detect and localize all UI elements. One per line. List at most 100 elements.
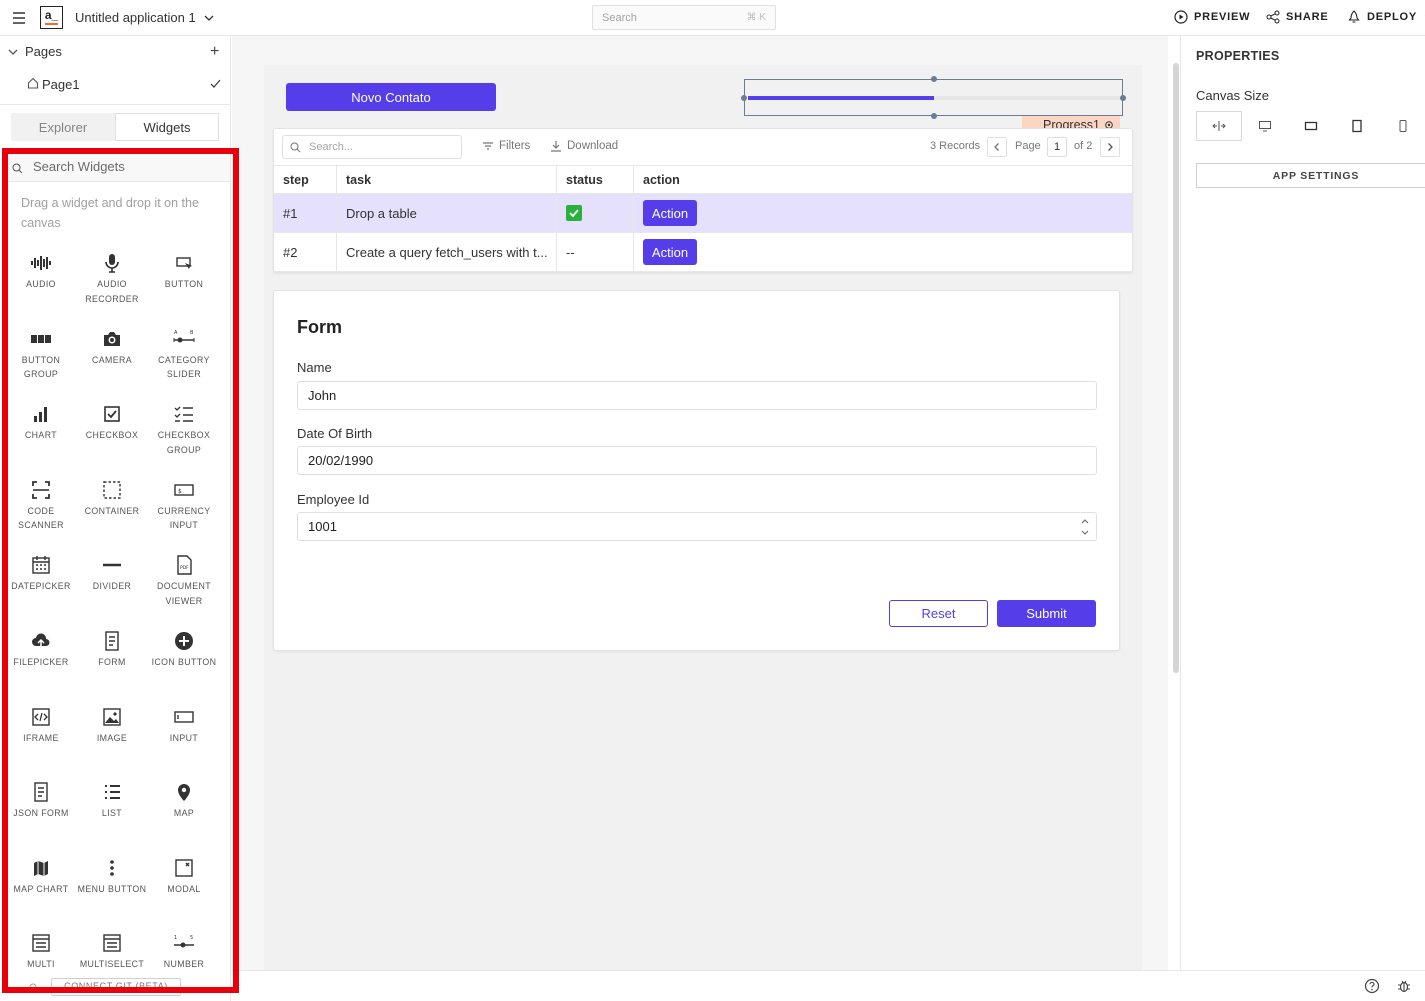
svg-text:B: B: [190, 330, 194, 336]
table-search-input[interactable]: Search...: [282, 135, 462, 159]
widget-card-category-slider[interactable]: A B CATEGORY SLIDER: [148, 322, 220, 394]
drag-hint-text: Drag a widget and drop it on the canvas: [21, 196, 199, 230]
number-stepper-icon[interactable]: [1080, 516, 1090, 538]
tablet-landscape-option[interactable]: [1288, 111, 1334, 141]
chevron-right-icon: [1108, 143, 1113, 151]
app-logo[interactable]: a_: [40, 6, 63, 29]
widget-card-iframe[interactable]: IFRAME: [5, 700, 77, 772]
iframe-icon: [30, 706, 52, 728]
widget-card-divider[interactable]: DIVIDER: [76, 548, 148, 620]
widget-card-filepicker[interactable]: FILEPICKER: [5, 624, 77, 696]
table-widget[interactable]: Search... Filters Download 3 Records Pag…: [273, 128, 1133, 273]
submit-button[interactable]: Submit: [997, 600, 1096, 627]
widget-card-menu-button[interactable]: MENU BUTTON: [76, 851, 148, 923]
page-number-input[interactable]: 1: [1047, 137, 1067, 157]
add-page-button[interactable]: +: [210, 44, 219, 60]
table-cell: Drop a table: [337, 194, 557, 232]
widget-card-checkbox-group[interactable]: CHECKBOX GROUP: [148, 397, 220, 469]
widget-card-audio-recorder[interactable]: AUDIO RECORDER: [76, 246, 148, 318]
widget-card-currency-input[interactable]: $ CURRENCY INPUT: [148, 473, 220, 545]
widget-card-list[interactable]: LIST: [76, 775, 148, 847]
chevron-down-icon[interactable]: [203, 12, 215, 24]
app-settings-button[interactable]: APP SETTINGS: [1196, 163, 1425, 188]
fluid-width-option[interactable]: [1196, 111, 1242, 141]
widget-card-image[interactable]: IMAGE: [76, 700, 148, 772]
resize-handle[interactable]: [741, 95, 747, 101]
bug-icon[interactable]: [1396, 978, 1412, 994]
page-total: of 2: [1074, 140, 1093, 152]
table-cell: #1: [274, 194, 337, 232]
hamburger-menu-icon[interactable]: [10, 9, 28, 27]
records-count: 3 Records: [930, 140, 981, 152]
widget-card-form[interactable]: FORM: [76, 624, 148, 696]
employee-id-field[interactable]: 1001: [297, 512, 1097, 541]
widget-label: MENU BUTTON: [77, 883, 147, 894]
tablet-portrait-option[interactable]: [1334, 111, 1380, 141]
filters-button[interactable]: Filters: [482, 140, 530, 152]
widget-card-code-scanner[interactable]: CODE SCANNER: [5, 473, 77, 545]
widget-card-container[interactable]: CONTAINER: [76, 473, 148, 545]
resize-handle[interactable]: [1120, 95, 1126, 101]
widget-card-button[interactable]: BUTTON: [148, 246, 220, 318]
widget-card-icon-button[interactable]: ICON BUTTON: [148, 624, 220, 696]
widget-card-modal[interactable]: MODAL: [148, 851, 220, 923]
form-icon: [101, 630, 123, 652]
widget-card-json-form[interactable]: JSON FORM: [5, 775, 77, 847]
chevron-down-icon[interactable]: [8, 47, 18, 57]
widget-label: CURRENCY INPUT: [157, 505, 211, 531]
status-cell: [557, 194, 634, 232]
column-header[interactable]: step: [274, 166, 337, 193]
canvas-size-label: Canvas Size: [1196, 88, 1269, 103]
widget-card-document-viewer[interactable]: PDF DOCUMENT VIEWER: [148, 548, 220, 620]
column-header[interactable]: task: [337, 166, 557, 193]
form-widget[interactable]: Form Name John Date Of Birth 20/02/1990 …: [273, 290, 1120, 651]
widget-search-input[interactable]: Search Widgets: [8, 154, 230, 182]
prev-page-button[interactable]: [987, 137, 1007, 157]
widget-card-map[interactable]: MAP: [148, 775, 220, 847]
help-icon[interactable]: [1364, 978, 1380, 994]
widget-card-datepicker[interactable]: DATEPICKER: [5, 548, 77, 620]
pages-section-header[interactable]: Pages +: [0, 42, 231, 62]
connect-git-button[interactable]: CONNECT GIT (BETA): [51, 978, 181, 996]
table-cell: Create a query fetch_users with t...: [337, 233, 557, 271]
global-search-input[interactable]: Search ⌘ K: [592, 5, 776, 30]
canvas-scrollbar[interactable]: [1173, 63, 1179, 673]
resize-handle[interactable]: [931, 76, 937, 82]
widget-label: CAMERA: [91, 354, 133, 365]
next-page-button[interactable]: [1100, 137, 1120, 157]
tab-explorer[interactable]: Explorer: [11, 113, 115, 141]
widget-card-button-group[interactable]: BUTTON GROUP: [5, 322, 77, 394]
preview-button[interactable]: PREVIEW: [1174, 10, 1250, 24]
divider-icon: [101, 554, 123, 576]
app-title[interactable]: Untitled application 1: [75, 10, 196, 25]
column-header[interactable]: status: [557, 166, 634, 193]
novo-contato-button[interactable]: Novo Contato: [286, 83, 496, 111]
widget-card-audio[interactable]: AUDIO: [5, 246, 77, 318]
widget-card-camera[interactable]: CAMERA: [76, 322, 148, 394]
progress-widget[interactable]: [741, 76, 1126, 119]
action-button[interactable]: Action: [643, 239, 697, 265]
widget-card-input[interactable]: INPUT: [148, 700, 220, 772]
mobile-option[interactable]: [1380, 111, 1425, 141]
column-header[interactable]: action: [634, 166, 1132, 193]
resize-handle[interactable]: [931, 113, 937, 119]
share-button[interactable]: SHARE: [1266, 10, 1329, 24]
widget-search-placeholder: Search Widgets: [33, 159, 125, 174]
widget-card-checkbox[interactable]: CHECKBOX: [76, 397, 148, 469]
action-button[interactable]: Action: [643, 200, 697, 226]
input-icon: [173, 706, 195, 728]
search-icon: [290, 142, 301, 153]
widget-card-map-chart[interactable]: MAP CHART: [5, 851, 77, 923]
reset-button[interactable]: Reset: [889, 600, 988, 627]
search-shortcut: ⌘ K: [746, 12, 766, 23]
name-field[interactable]: John: [297, 381, 1097, 410]
widget-card-chart[interactable]: CHART: [5, 397, 77, 469]
date-of-birth-field[interactable]: 20/02/1990: [297, 446, 1097, 475]
page-item[interactable]: Page1: [0, 72, 231, 96]
download-button[interactable]: Download: [550, 140, 618, 152]
desktop-option[interactable]: [1242, 111, 1288, 141]
table-row[interactable]: #1 Drop a table Action: [274, 194, 1132, 233]
tab-widgets[interactable]: Widgets: [115, 113, 219, 141]
deploy-button[interactable]: DEPLOY: [1347, 10, 1425, 24]
table-row[interactable]: #2 Create a query fetch_users with t... …: [274, 233, 1132, 272]
